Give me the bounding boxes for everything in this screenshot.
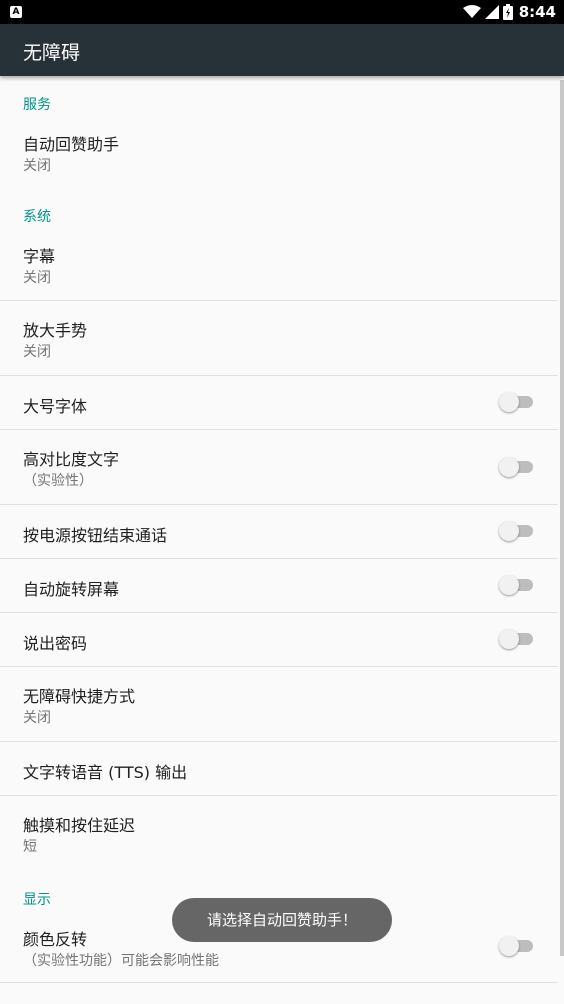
- pref-title: 自动回赞助手: [23, 135, 120, 154]
- status-bar: A 8:44: [0, 0, 564, 24]
- pref-title: 说出密码: [23, 634, 88, 653]
- pref-summary: 关闭: [23, 710, 51, 726]
- power-button-ends-call-switch[interactable]: [499, 521, 535, 541]
- pref-captions[interactable]: 字幕 关闭: [0, 232, 558, 300]
- signal-icon: [484, 5, 499, 19]
- pref-title: 颜色反转: [23, 930, 88, 949]
- pref-title: 放大手势: [23, 321, 88, 340]
- pref-magnification-gestures[interactable]: 放大手势 关闭: [0, 301, 558, 375]
- toast-message: 请选择自动回赞助手！: [172, 898, 392, 942]
- pref-touch-hold-delay[interactable]: 触摸和按住延迟 短: [0, 796, 558, 868]
- pref-title: 字幕: [23, 247, 56, 266]
- settings-list[interactable]: 服务 自动回赞助手 关闭 系统 字幕 关闭 放大手势 关闭 大号字体 高对比度文…: [0, 76, 558, 1004]
- section-header-display: 显示: [23, 892, 51, 908]
- status-time: 8:44: [518, 3, 556, 21]
- battery-icon: [502, 4, 513, 20]
- high-contrast-text-switch[interactable]: [499, 457, 535, 477]
- pref-power-button-ends-call[interactable]: 按电源按钮结束通话: [0, 505, 558, 558]
- pref-title: 按电源按钮结束通话: [23, 526, 168, 545]
- pref-accessibility-shortcut[interactable]: 无障碍快捷方式 关闭: [0, 667, 558, 741]
- speak-passwords-switch[interactable]: [499, 629, 535, 649]
- pref-auto-like-helper[interactable]: 自动回赞助手 关闭: [0, 120, 558, 182]
- section-header-system: 系统: [23, 209, 51, 225]
- pref-speak-passwords[interactable]: 说出密码: [0, 613, 558, 666]
- pref-summary: 关闭: [23, 158, 51, 174]
- pref-title: 大号字体: [23, 397, 88, 416]
- scrollbar[interactable]: [560, 80, 564, 956]
- pref-title: 自动旋转屏幕: [23, 580, 120, 599]
- page-title: 无障碍: [23, 42, 81, 64]
- pref-summary: （实验性）: [23, 473, 93, 489]
- app-notification-icon: A: [10, 6, 22, 18]
- pref-summary: （实验性功能）可能会影响性能: [23, 953, 219, 969]
- pref-high-contrast-text[interactable]: 高对比度文字 （实验性）: [0, 430, 558, 504]
- pref-summary: 短: [23, 839, 37, 855]
- pref-title: 无障碍快捷方式: [23, 687, 136, 706]
- section-header-services: 服务: [23, 97, 51, 113]
- pref-summary: 关闭: [23, 344, 51, 360]
- app-bar: 无障碍: [0, 24, 564, 76]
- pref-large-text[interactable]: 大号字体: [0, 376, 558, 429]
- pref-title: 触摸和按住延迟: [23, 816, 136, 835]
- pref-title: 文字转语音 (TTS) 输出: [23, 763, 188, 782]
- pref-auto-rotate-screen[interactable]: 自动旋转屏幕: [0, 559, 558, 612]
- accessibility-screen: A 8:44 无障碍 服务 自动回赞助手 关闭 系统 字幕 关闭 放大手势 关闭…: [0, 0, 564, 1004]
- pref-summary: 关闭: [23, 270, 51, 286]
- auto-rotate-screen-switch[interactable]: [499, 575, 535, 595]
- pref-tts-output[interactable]: 文字转语音 (TTS) 输出: [0, 742, 558, 795]
- pref-title: 高对比度文字: [23, 450, 120, 469]
- divider: [0, 982, 558, 983]
- large-text-switch[interactable]: [499, 392, 535, 412]
- wifi-icon: [462, 5, 481, 18]
- color-inversion-switch[interactable]: [499, 936, 535, 956]
- status-icons: 8:44: [462, 0, 556, 24]
